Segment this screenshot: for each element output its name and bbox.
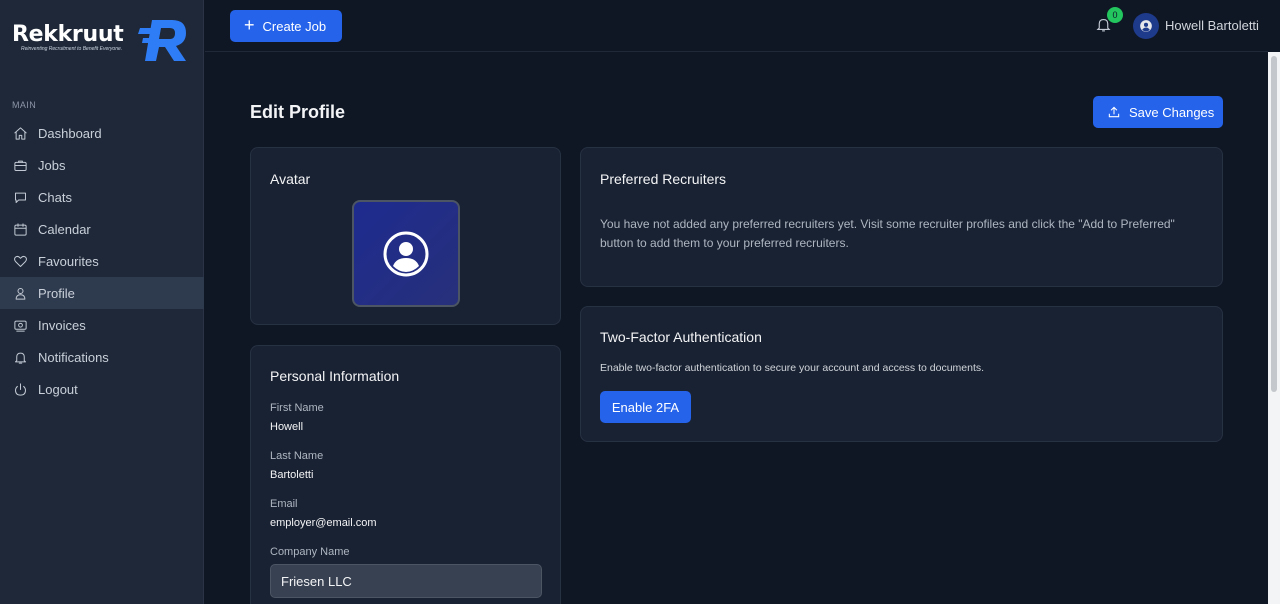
sidebar-item-label: Profile	[38, 285, 75, 301]
chat-icon	[12, 189, 28, 205]
sidebar-item-logout[interactable]: Logout	[0, 373, 204, 405]
company-name-label: Company Name	[270, 546, 350, 558]
sidebar: Rekkruut Reinventing Recruitment to Bene…	[0, 0, 204, 604]
scrollbar-thumb[interactable]	[1271, 56, 1277, 392]
brand-logo[interactable]: Rekkruut Reinventing Recruitment to Bene…	[12, 16, 188, 64]
logout-icon	[12, 381, 28, 397]
personal-info-card: Personal Information First Name Howell L…	[250, 345, 561, 604]
home-icon	[12, 125, 28, 141]
last-name-value: Bartoletti	[270, 469, 314, 481]
create-job-button[interactable]: + Create Job	[230, 10, 342, 42]
avatar-card-title: Avatar	[270, 171, 311, 187]
sidebar-item-label: Jobs	[38, 157, 66, 173]
personal-info-title: Personal Information	[270, 368, 400, 384]
save-changes-button[interactable]: Save Changes	[1093, 96, 1223, 128]
preferred-recruiters-title: Preferred Recruiters	[600, 171, 727, 187]
sidebar-item-favourites[interactable]: Favourites	[0, 245, 204, 277]
plus-icon: +	[244, 15, 255, 35]
first-name-value: Howell	[270, 421, 304, 433]
email-value: employer@email.com	[270, 517, 377, 529]
calendar-icon	[12, 221, 28, 237]
top-bar: + Create Job 0 Howell Bartoletti	[205, 0, 1268, 52]
sidebar-item-label: Logout	[38, 381, 78, 397]
last-name-label: Last Name	[270, 450, 324, 462]
sidebar-item-chats[interactable]: Chats	[0, 181, 204, 213]
avatar-card: Avatar	[250, 147, 561, 325]
sidebar-item-calendar[interactable]: Calendar	[0, 213, 204, 245]
upload-icon	[1108, 106, 1120, 118]
page-title: Edit Profile	[250, 102, 346, 122]
sidebar-item-label: Dashboard	[38, 125, 102, 141]
user-icon	[12, 285, 28, 301]
user-circle-icon	[1140, 20, 1152, 32]
create-job-label: Create Job	[262, 18, 327, 34]
sidebar-item-profile[interactable]: Profile	[0, 277, 204, 309]
two-factor-title: Two-Factor Authentication	[600, 329, 762, 345]
logo-r-icon	[138, 20, 186, 61]
brand-name: Rekkruut	[12, 22, 124, 47]
default-avatar-icon	[383, 231, 429, 276]
sidebar-section-label: MAIN	[12, 100, 37, 110]
sidebar-item-dashboard[interactable]: Dashboard	[0, 117, 204, 149]
sidebar-item-label: Chats	[38, 189, 72, 205]
brand-tagline: Reinventing Recruitment to Benefit Every…	[21, 46, 123, 52]
enable-2fa-button[interactable]: Enable 2FA	[600, 391, 691, 423]
sidebar-item-label: Favourites	[38, 253, 99, 269]
preferred-recruiters-card: Preferred Recruiters You have not added …	[580, 147, 1223, 287]
company-name-input[interactable]	[270, 564, 542, 598]
two-factor-card: Two-Factor Authentication Enable two-fac…	[580, 306, 1223, 442]
sidebar-nav: Dashboard Jobs Chats Calendar Favourites…	[0, 117, 204, 405]
two-factor-description: Enable two-factor authentication to secu…	[600, 362, 985, 374]
sidebar-item-notifications[interactable]: Notifications	[0, 341, 204, 373]
page-scrollbar[interactable]	[1268, 52, 1280, 604]
avatar-upload[interactable]	[352, 200, 460, 307]
sidebar-item-label: Invoices	[38, 317, 86, 333]
invoice-icon	[12, 317, 28, 333]
user-avatar[interactable]	[1133, 13, 1159, 39]
save-changes-label: Save Changes	[1129, 104, 1215, 120]
sidebar-item-label: Notifications	[38, 349, 109, 365]
sidebar-item-invoices[interactable]: Invoices	[0, 309, 204, 341]
preferred-recruiters-empty-text: You have not added any preferred recruit…	[600, 217, 1175, 250]
first-name-label: First Name	[270, 402, 324, 414]
briefcase-icon	[12, 157, 28, 173]
email-label: Email	[270, 498, 298, 510]
heart-icon	[12, 253, 28, 269]
notification-count-badge: 0	[1107, 7, 1123, 23]
sidebar-item-label: Calendar	[38, 221, 91, 237]
user-name[interactable]: Howell Bartoletti	[1165, 18, 1259, 33]
bell-icon	[12, 349, 28, 365]
sidebar-item-jobs[interactable]: Jobs	[0, 149, 204, 181]
